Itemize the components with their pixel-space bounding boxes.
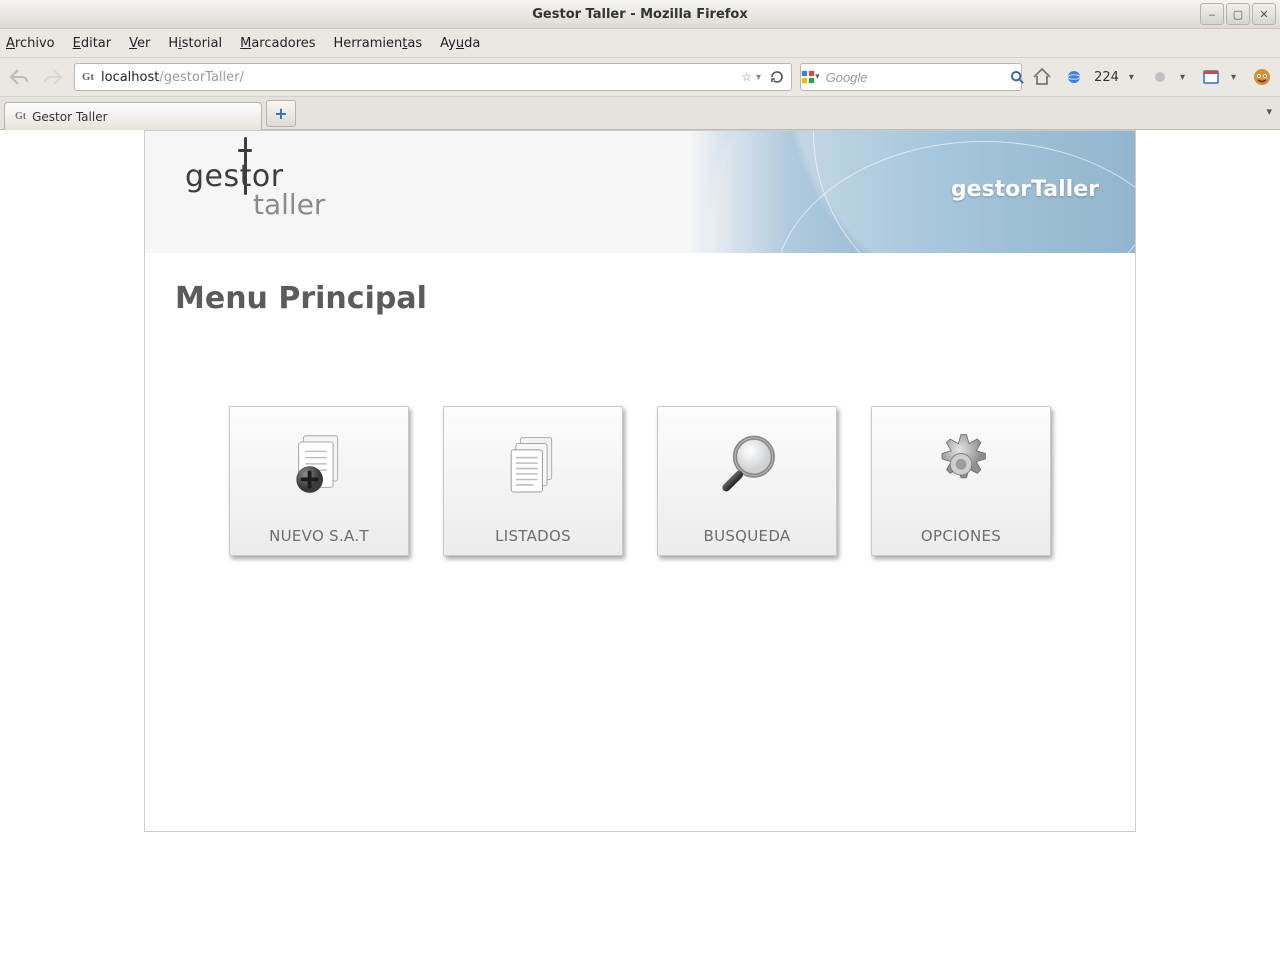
card-opciones[interactable]: OPCIONES	[871, 406, 1051, 556]
window-maximize-button[interactable]: ▢	[1226, 3, 1250, 25]
globe-icon[interactable]	[1062, 65, 1086, 89]
url-host: localhost	[101, 70, 159, 85]
browser-navbar: Gt localhost/gestorTaller/ ☆ ▾ ▾ 224 ▾ ▾	[0, 58, 1280, 97]
search-bar[interactable]: ▾	[800, 63, 1022, 91]
menu-editar[interactable]: Editar	[73, 36, 112, 51]
card-label: LISTADOS	[495, 527, 571, 545]
search-engine-icon	[801, 70, 815, 84]
menu-ver[interactable]: Ver	[129, 36, 150, 51]
browser-tabstrip: Gt Gestor Taller + ▾	[0, 97, 1280, 130]
tab-active[interactable]: Gt Gestor Taller	[4, 102, 262, 130]
window-titlebar: Gestor Taller - Mozilla Firefox ‒ ▢ ✕	[0, 0, 1280, 29]
gear-icon	[916, 407, 1006, 527]
card-label: BUSQUEDA	[703, 527, 790, 545]
window-title: Gestor Taller - Mozilla Firefox	[532, 7, 748, 22]
page-banner: gestor taller gestorTaller	[145, 131, 1135, 253]
new-tab-button[interactable]: +	[266, 100, 296, 127]
extension-2-dropdown-icon[interactable]: ▾	[1231, 72, 1236, 83]
tab-label: Gestor Taller	[32, 110, 107, 124]
menu-archivo[interactable]: AArchivorchivo	[6, 36, 55, 51]
main-menu-cards: NUEVO S.A.T	[175, 406, 1105, 556]
counter-dropdown-icon[interactable]: ▾	[1129, 72, 1134, 83]
card-label: NUEVO S.A.T	[269, 527, 369, 545]
extension-2-icon[interactable]	[1199, 65, 1223, 89]
address-input[interactable]	[246, 69, 735, 86]
menu-marcadores[interactable]: Marcadores	[240, 36, 315, 51]
documents-icon	[494, 407, 572, 527]
browser-menubar: AArchivorchivo Editar Ver Historial Marc…	[0, 29, 1280, 58]
search-dropdown-icon[interactable]: ▾	[815, 72, 824, 82]
extension-monkey-icon[interactable]	[1250, 65, 1274, 89]
tabstrip-menu-icon[interactable]: ▾	[1266, 105, 1272, 118]
document-plus-icon	[280, 407, 358, 527]
reload-button[interactable]	[769, 69, 785, 85]
page-title: Menu Principal	[175, 281, 1105, 316]
tab-favicon: Gt	[15, 111, 26, 122]
url-path: /gestorTaller/	[159, 70, 244, 85]
address-bar[interactable]: Gt localhost/gestorTaller/ ☆ ▾	[74, 63, 792, 91]
home-button[interactable]	[1030, 65, 1054, 89]
search-submit-icon[interactable]	[1004, 70, 1031, 85]
card-label: OPCIONES	[921, 527, 1001, 545]
menu-herramientas[interactable]: Herramientas	[334, 36, 423, 51]
window-close-button[interactable]: ✕	[1252, 3, 1276, 25]
card-busqueda[interactable]: BUSQUEDA	[657, 406, 837, 556]
extension-1-dropdown-icon[interactable]: ▾	[1180, 72, 1185, 83]
back-button[interactable]	[6, 64, 32, 90]
menu-historial[interactable]: Historial	[168, 36, 222, 51]
brand-text: gestorTaller	[951, 177, 1099, 202]
menu-ayuda[interactable]: Ayuda	[440, 36, 480, 51]
counter-label: 224	[1094, 70, 1119, 85]
app-logo: gestor taller	[185, 159, 325, 221]
url-dropdown-icon[interactable]: ▾	[756, 72, 761, 83]
card-nuevo-sat[interactable]: NUEVO S.A.T	[229, 406, 409, 556]
search-input[interactable]	[824, 69, 1004, 86]
site-favicon: Gt	[75, 71, 101, 83]
card-listados[interactable]: LISTADOS	[443, 406, 623, 556]
app-page: gestor taller gestorTaller Menu Principa…	[144, 130, 1136, 832]
forward-button[interactable]	[40, 64, 66, 90]
magnifier-icon	[704, 407, 790, 527]
extension-1-icon[interactable]	[1148, 65, 1172, 89]
bookmark-star-icon[interactable]: ☆	[741, 70, 752, 84]
content-viewport: gestor taller gestorTaller Menu Principa…	[0, 130, 1280, 966]
window-minimize-button[interactable]: ‒	[1200, 3, 1224, 25]
